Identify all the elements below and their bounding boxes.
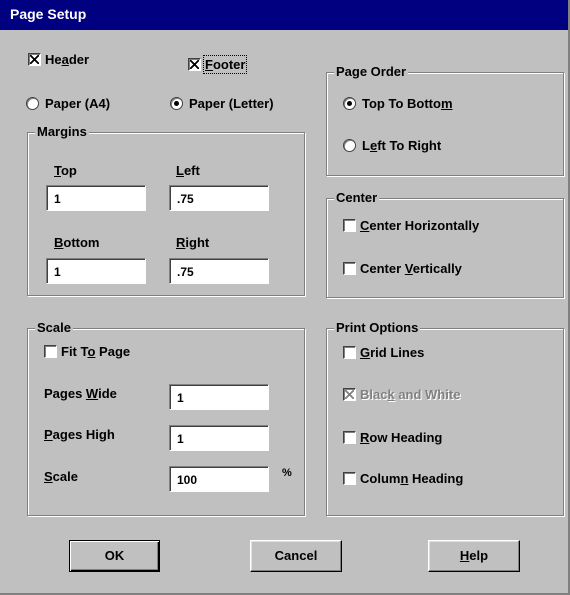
center-horizontally-checkbox[interactable]: Center Horizontally xyxy=(343,218,479,233)
page-order-group: Page Order xyxy=(326,64,564,176)
help-button[interactable]: Help xyxy=(428,540,520,572)
top-to-bottom-label: Top To Bottom xyxy=(362,96,453,111)
column-heading-label: Column Heading xyxy=(360,471,464,486)
cancel-button[interactable]: Cancel xyxy=(250,540,342,572)
center-vertically-label: Center Vertically xyxy=(360,261,462,276)
paper-a4-label: Paper (A4) xyxy=(45,96,111,111)
left-to-right-radio-circle[interactable] xyxy=(343,139,356,152)
center-horizontally-box[interactable] xyxy=(343,219,356,232)
center-group-title: Center xyxy=(334,190,380,206)
grid-lines-label: Grid Lines xyxy=(360,345,425,360)
bottom-margin-input[interactable]: 1 xyxy=(46,258,146,284)
window-title: Page Setup xyxy=(10,6,87,22)
fit-to-page-box[interactable] xyxy=(44,345,57,358)
top-to-bottom-radio-circle[interactable] xyxy=(343,97,356,110)
page-setup-dialog: Page Setup Header Footer Paper (A4) Pape… xyxy=(0,0,570,595)
fit-to-page-checkbox[interactable]: Fit To Page xyxy=(44,344,130,359)
scale-group-title: Scale xyxy=(35,320,73,336)
top-margin-label: Top xyxy=(54,163,77,178)
left-to-right-label: Left To Right xyxy=(362,138,442,153)
pages-wide-input[interactable]: 1 xyxy=(169,384,269,410)
center-group: Center xyxy=(326,190,564,298)
pages-high-label: Pages High xyxy=(44,427,115,442)
paper-a4-radio[interactable]: Paper (A4) xyxy=(26,96,110,111)
row-heading-checkbox[interactable]: Row Heading xyxy=(343,430,442,445)
paper-letter-label: Paper (Letter) xyxy=(189,96,274,111)
bottom-margin-label: Bottom xyxy=(54,235,100,250)
scale-input[interactable]: 100 xyxy=(169,466,269,492)
percent-unit: % xyxy=(282,467,292,479)
grid-lines-checkbox[interactable]: Grid Lines xyxy=(343,345,424,360)
header-check-box[interactable] xyxy=(28,53,41,66)
fit-to-page-label: Fit To Page xyxy=(61,344,131,359)
black-and-white-box xyxy=(343,388,356,401)
black-and-white-checkbox: Black and White xyxy=(343,387,460,402)
left-to-right-radio[interactable]: Left To Right xyxy=(343,138,441,153)
center-vertically-box[interactable] xyxy=(343,262,356,275)
footer-checkbox[interactable]: Footer xyxy=(188,55,248,74)
left-margin-label: Left xyxy=(176,163,200,178)
header-label: Header xyxy=(45,52,90,67)
title-bar: Page Setup xyxy=(0,0,568,30)
header-checkbox[interactable]: Header xyxy=(28,52,89,67)
scale-label: Scale xyxy=(44,469,78,484)
top-margin-input[interactable]: 1 xyxy=(46,185,146,211)
right-margin-label: Right xyxy=(176,235,210,250)
print-options-group-title: Print Options xyxy=(334,320,421,336)
pages-wide-label: Pages Wide xyxy=(44,386,117,401)
ok-button[interactable]: OK xyxy=(69,540,160,572)
column-heading-box[interactable] xyxy=(343,472,356,485)
margins-group-title: Margins xyxy=(35,124,89,140)
left-margin-input[interactable]: .75 xyxy=(169,185,269,211)
paper-a4-radio-circle[interactable] xyxy=(26,97,39,110)
right-margin-input[interactable]: .75 xyxy=(169,258,269,284)
row-heading-label: Row Heading xyxy=(360,430,443,445)
pages-high-input[interactable]: 1 xyxy=(169,425,269,451)
grid-lines-box[interactable] xyxy=(343,346,356,359)
footer-label: Footer xyxy=(202,55,248,74)
paper-letter-radio-circle[interactable] xyxy=(170,97,183,110)
row-heading-box[interactable] xyxy=(343,431,356,444)
black-and-white-label: Black and White xyxy=(360,387,461,402)
column-heading-checkbox[interactable]: Column Heading xyxy=(343,471,463,486)
paper-letter-radio[interactable]: Paper (Letter) xyxy=(170,96,274,111)
page-order-group-title: Page Order xyxy=(334,64,409,80)
center-horizontally-label: Center Horizontally xyxy=(360,218,480,233)
top-to-bottom-radio[interactable]: Top To Bottom xyxy=(343,96,453,111)
center-vertically-checkbox[interactable]: Center Vertically xyxy=(343,261,462,276)
footer-check-box[interactable] xyxy=(188,58,201,71)
